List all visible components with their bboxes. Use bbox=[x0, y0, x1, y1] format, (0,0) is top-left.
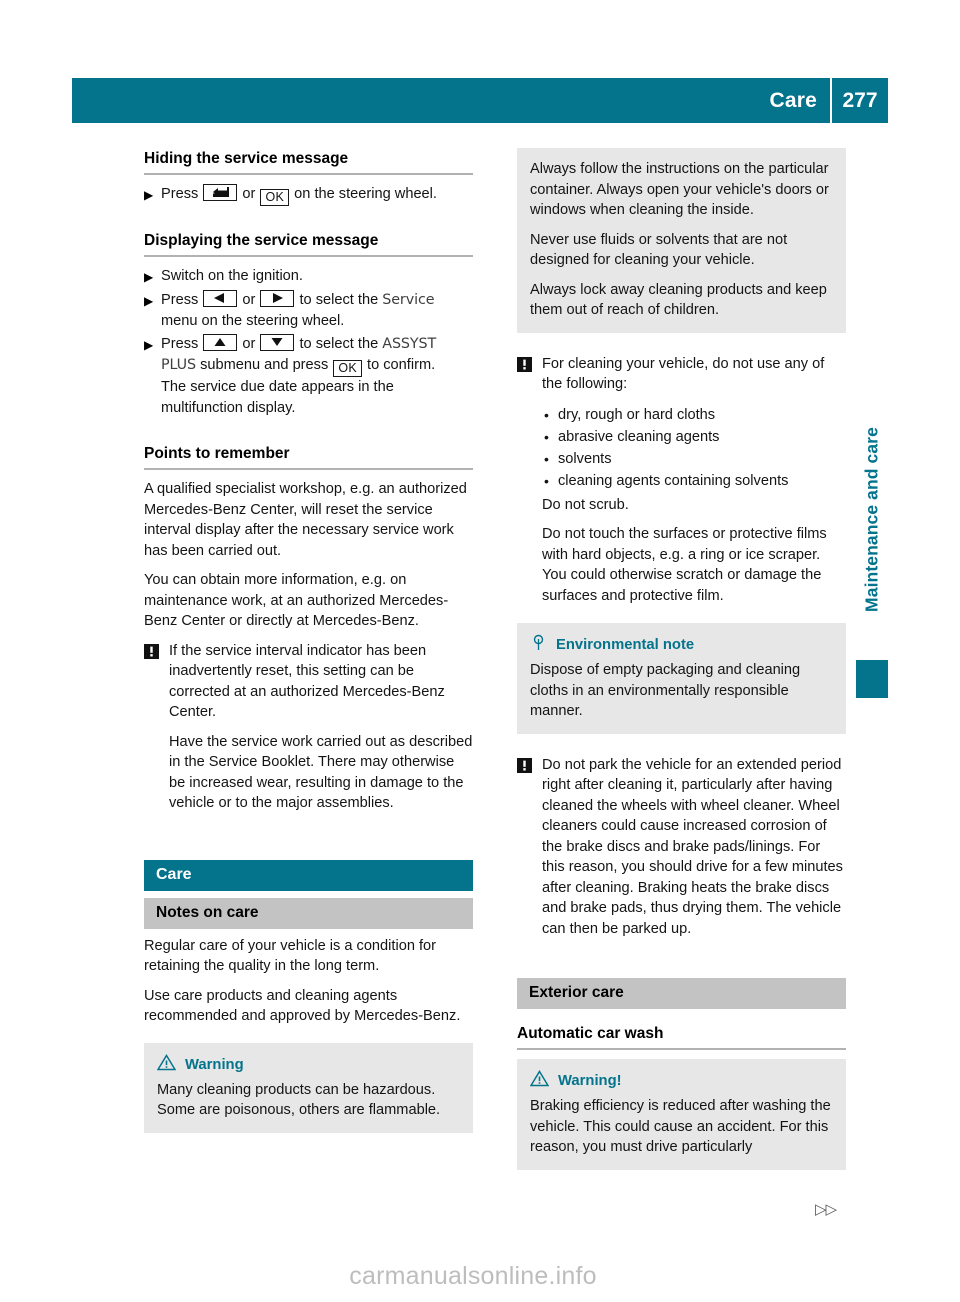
section-banner-care: Care bbox=[144, 859, 473, 891]
step-text: Switch on the ignition. bbox=[161, 268, 303, 284]
heading-hiding-service-message: Hiding the service message bbox=[144, 150, 349, 167]
page-title: Care bbox=[769, 88, 817, 112]
menu-name-service: Service bbox=[382, 292, 435, 308]
list-item: abrasive cleaning agents bbox=[542, 426, 846, 448]
heading-rule bbox=[144, 173, 473, 175]
chapter-side-tab: Maintenance and care bbox=[856, 375, 888, 675]
paragraph: Do not park the vehicle for an extended … bbox=[542, 756, 843, 937]
page-number: 277 bbox=[842, 88, 878, 112]
heading-rule bbox=[144, 468, 473, 470]
step-item: ▶ Press or to select the ASSYST PLUS sub… bbox=[144, 334, 473, 419]
warning-box-title: Warning! bbox=[558, 1073, 622, 1089]
page-columns: Hiding the service message ▶ Press or OK… bbox=[144, 148, 846, 1184]
paragraph: For cleaning your vehicle, do not use an… bbox=[542, 355, 825, 393]
warning-triangle-icon bbox=[156, 1053, 177, 1076]
menu-name-plus: PLUS bbox=[161, 357, 197, 373]
paragraph: Braking efficiency is reduced after wash… bbox=[530, 1098, 831, 1155]
paragraph: Use care products and cleaning agents re… bbox=[144, 987, 461, 1025]
environment-tree-icon bbox=[530, 634, 547, 656]
step-text: Press or to select the ASSYST PLUS subme… bbox=[161, 334, 437, 416]
chapter-tab-marker bbox=[856, 660, 888, 698]
caution-block: For cleaning your vehicle, do not use an… bbox=[517, 354, 846, 607]
caution-exclamation-icon bbox=[517, 755, 542, 940]
heading-displaying-service-message: Displaying the service message bbox=[144, 232, 379, 249]
watermark: carmanualsonline.info bbox=[349, 1262, 597, 1290]
page-header-bar: Care 277 bbox=[72, 78, 888, 123]
step-arrow-icon: ▶ bbox=[144, 338, 154, 352]
paragraph: Never use fluids or solvents that are no… bbox=[530, 231, 788, 269]
caution-block: Do not park the vehicle for an extended … bbox=[517, 755, 846, 940]
chapter-side-tab-label: Maintenance and care bbox=[861, 427, 882, 612]
right-arrow-key-icon bbox=[260, 290, 295, 307]
warning-box-title: Warning bbox=[185, 1056, 244, 1073]
warning-box-header: Warning! bbox=[529, 1070, 833, 1092]
warning-box: Warning Many cleaning products can be ha… bbox=[144, 1042, 473, 1133]
step-item: ▶ Press or OK on the steering wheel. bbox=[144, 184, 473, 206]
paragraph: A qualified specialist workshop, e.g. an… bbox=[144, 481, 467, 559]
warning-box-continued: Always follow the instructions on the pa… bbox=[517, 148, 846, 333]
step-text: Press or OK on the steering wheel. bbox=[161, 184, 437, 206]
environmental-note-title: Environmental note bbox=[556, 637, 695, 653]
paragraph: Many cleaning products can be hazardous.… bbox=[157, 1081, 441, 1119]
caution-exclamation-icon bbox=[517, 354, 542, 607]
paragraph: Do not touch the surfaces or protective … bbox=[542, 526, 827, 604]
paragraph: Always lock away cleaning products and k… bbox=[530, 281, 827, 319]
caution-block: If the service interval indicator has be… bbox=[144, 641, 473, 814]
heading-rule bbox=[144, 255, 473, 257]
warning-box: Warning! Braking efficiency is reduced a… bbox=[517, 1059, 846, 1170]
paragraph: Have the service work carried out as des… bbox=[169, 733, 473, 812]
step-arrow-icon: ▶ bbox=[144, 188, 154, 202]
environmental-note-header: Environmental note bbox=[530, 634, 833, 656]
heading-rule bbox=[517, 1048, 846, 1050]
menu-name-assyst: ASSYST bbox=[382, 336, 437, 352]
caution-text: For cleaning your vehicle, do not use an… bbox=[542, 354, 846, 607]
warning-triangle-icon bbox=[529, 1070, 550, 1092]
paragraph: Always follow the instructions on the pa… bbox=[530, 161, 829, 218]
right-column: Always follow the instructions on the pa… bbox=[517, 148, 846, 1184]
ok-key-icon: OK bbox=[333, 360, 362, 377]
step-arrow-icon: ▶ bbox=[144, 270, 154, 284]
environmental-note-box: Environmental note Dispose of empty pack… bbox=[517, 623, 846, 734]
step-arrow-icon: ▶ bbox=[144, 294, 154, 308]
step-result-text: The service due date appears in the mult… bbox=[161, 379, 394, 416]
paragraph: Do not scrub. bbox=[542, 496, 629, 513]
down-arrow-key-icon bbox=[260, 334, 295, 351]
step-text-cont: menu on the steering wheel. bbox=[161, 313, 345, 329]
step-text-cont: submenu and press bbox=[196, 357, 333, 373]
warning-box-header: Warning bbox=[156, 1053, 460, 1076]
list-item: cleaning agents containing solvents bbox=[542, 470, 846, 492]
heading-automatic-car-wash: Automatic car wash bbox=[517, 1025, 664, 1042]
bullet-list: dry, rough or hard cloths abrasive clean… bbox=[542, 404, 846, 492]
caution-text: Do not park the vehicle for an extended … bbox=[542, 755, 846, 940]
manual-page: Care 277 Maintenance and care Hiding the… bbox=[0, 0, 960, 1302]
paragraph: Regular care of your vehicle is a condit… bbox=[144, 937, 437, 975]
list-item: dry, rough or hard cloths bbox=[542, 404, 846, 426]
list-item: solvents bbox=[542, 448, 846, 470]
step-text-cont2: to confirm. bbox=[362, 357, 436, 373]
section-banner-exterior-care: Exterior care bbox=[517, 978, 846, 1009]
section-banner-notes-on-care: Notes on care bbox=[144, 897, 473, 929]
caution-text: If the service interval indicator has be… bbox=[169, 641, 473, 814]
paragraph: Dispose of empty packaging and cleaning … bbox=[530, 662, 801, 719]
continue-arrows-icon: ▷▷ bbox=[815, 1201, 837, 1218]
left-arrow-key-icon bbox=[203, 290, 238, 307]
paragraph: If the service interval indicator has be… bbox=[169, 642, 445, 721]
ok-key-icon: OK bbox=[260, 189, 290, 206]
up-arrow-key-icon bbox=[203, 334, 238, 351]
left-column: Hiding the service message ▶ Press or OK… bbox=[144, 148, 473, 1184]
step-text: Press or to select the Service menu on t… bbox=[161, 290, 435, 329]
step-item: ▶ Press or to select the Service menu on… bbox=[144, 290, 473, 332]
heading-points-to-remember: Points to remember bbox=[144, 445, 290, 462]
paragraph: You can obtain more information, e.g. on… bbox=[144, 572, 449, 629]
caution-exclamation-icon bbox=[144, 641, 169, 814]
step-item: ▶ Switch on the ignition. bbox=[144, 266, 473, 288]
back-key-icon bbox=[203, 184, 238, 201]
